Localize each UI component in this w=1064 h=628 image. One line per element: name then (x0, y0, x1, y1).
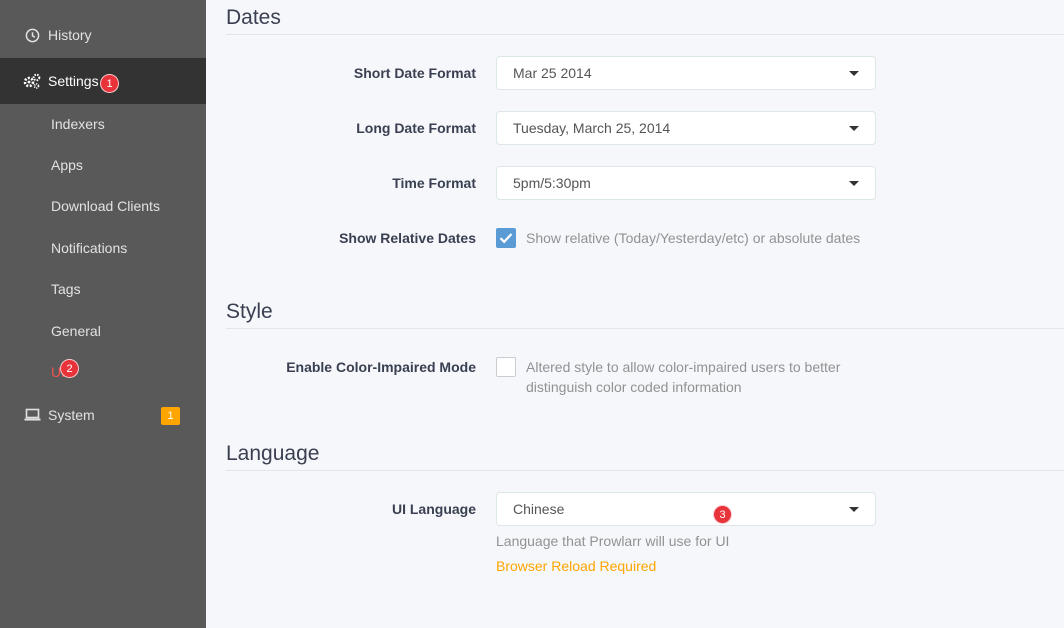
sidebar-item-download-clients[interactable]: Download Clients (0, 197, 206, 215)
long-date-select[interactable]: Tuesday, March 25, 2014 (496, 111, 876, 145)
relative-dates-label: Show Relative Dates (339, 230, 476, 246)
sidebar-item-tags[interactable]: Tags (0, 280, 206, 298)
sidebar-item-label: Settings (48, 73, 99, 89)
ui-language-label: UI Language (391, 501, 476, 517)
ui-language-value: Chinese (513, 501, 565, 517)
sidebar-item-label: System (48, 407, 95, 423)
annotation-badge: 1 (100, 74, 119, 93)
section-divider (226, 34, 1064, 35)
sidebar: History Settings 1 Indexers Apps Downloa… (0, 0, 206, 628)
sidebar-item-indexers[interactable]: Indexers (0, 115, 206, 133)
section-divider (226, 328, 1064, 329)
color-impaired-help-line1: Altered style to allow color-impaired us… (526, 359, 841, 375)
section-title-language: Language (226, 442, 320, 465)
sidebar-item-apps[interactable]: Apps (0, 156, 206, 174)
sidebar-item-label: Tags (51, 281, 81, 297)
annotation-badge: 3 (713, 505, 732, 524)
caret-down-icon (849, 181, 859, 186)
sidebar-item-label: History (48, 27, 92, 43)
color-impaired-checkbox[interactable] (496, 357, 516, 377)
caret-down-icon (849, 507, 859, 512)
short-date-select[interactable]: Mar 25 2014 (496, 56, 876, 90)
section-divider (226, 470, 1064, 471)
caret-down-icon (849, 126, 859, 131)
sidebar-item-label: Download Clients (51, 198, 160, 214)
browser-reload-warning: Browser Reload Required (496, 558, 657, 574)
ui-language-select[interactable]: Chinese (496, 492, 876, 526)
annotation-badge: 2 (60, 359, 79, 378)
system-status-badge: 1 (161, 407, 180, 425)
short-date-label: Short Date Format (353, 65, 476, 81)
time-format-label: Time Format (392, 175, 476, 191)
ui-language-help: Language that Prowlarr will use for UI (496, 533, 730, 549)
sidebar-item-history[interactable]: History (0, 24, 206, 46)
sidebar-item-label: Indexers (51, 116, 105, 132)
relative-dates-help: Show relative (Today/Yesterday/etc) or a… (526, 230, 861, 246)
time-format-select[interactable]: 5pm/5:30pm (496, 166, 876, 200)
checkmark-icon (499, 233, 513, 244)
sidebar-item-ui[interactable]: UI (0, 363, 206, 381)
sidebar-item-label: Notifications (51, 240, 128, 256)
clock-icon (23, 27, 41, 43)
section-title-dates: Dates (226, 6, 281, 29)
short-date-value: Mar 25 2014 (513, 65, 592, 81)
relative-dates-checkbox[interactable] (496, 228, 516, 248)
sidebar-item-general[interactable]: General (0, 322, 206, 340)
long-date-label: Long Date Format (356, 120, 476, 136)
gears-icon (23, 73, 41, 89)
section-title-style: Style (226, 300, 273, 323)
time-format-value: 5pm/5:30pm (513, 175, 591, 191)
color-impaired-help-line2: distinguish color coded information (526, 379, 742, 395)
sidebar-item-label: Apps (51, 157, 83, 173)
caret-down-icon (849, 71, 859, 76)
color-impaired-label: Enable Color-Impaired Mode (286, 359, 476, 375)
sidebar-item-label: General (51, 323, 101, 339)
sidebar-item-notifications[interactable]: Notifications (0, 239, 206, 257)
laptop-icon (23, 407, 41, 423)
long-date-value: Tuesday, March 25, 2014 (513, 120, 671, 136)
